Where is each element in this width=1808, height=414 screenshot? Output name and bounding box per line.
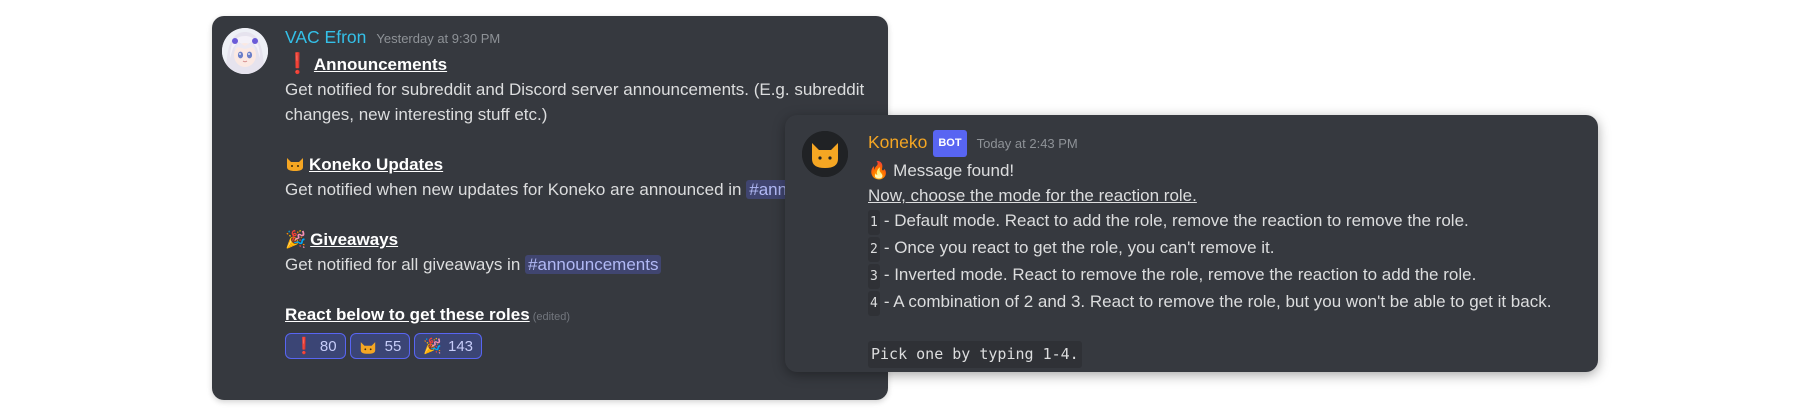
avatar-vac-efron[interactable] xyxy=(222,28,268,74)
option-2: 2- Once you react to get the role, you c… xyxy=(868,235,1588,262)
reaction-cat[interactable]: 55 xyxy=(349,333,411,359)
option-4: 4- A combination of 2 and 3. React to re… xyxy=(868,289,1588,316)
option-1: 1- Default mode. React to add the role, … xyxy=(868,208,1588,235)
fire-icon: 🔥 xyxy=(868,161,890,180)
found-line: 🔥 Message found! xyxy=(868,158,1588,183)
bot-badge: BOT xyxy=(933,130,967,157)
option-number: 2 xyxy=(868,237,880,262)
reaction-count: 80 xyxy=(319,337,337,355)
footer-text: React below to get these roles xyxy=(285,305,530,324)
message-header: VAC Efron Yesterday at 9:30 PM xyxy=(285,25,885,51)
reaction-count: 143 xyxy=(447,337,474,355)
author-name[interactable]: Koneko xyxy=(868,130,927,155)
party-popper-icon: 🎉 xyxy=(423,337,442,355)
channel-mention-announcements[interactable]: #announcements xyxy=(525,255,662,274)
cat-icon xyxy=(359,338,379,354)
message-card-koneko: Koneko BOT Today at 2:43 PM 🔥 Message fou… xyxy=(785,115,1598,372)
option-number: 3 xyxy=(868,264,880,289)
cat-icon xyxy=(285,154,305,171)
reaction-exclamation[interactable]: ❗ 80 xyxy=(285,333,346,359)
exclamation-icon: ❗ xyxy=(294,337,314,355)
exclamation-icon: ❗ xyxy=(285,53,310,75)
code-line: Pick one by typing 1-4. xyxy=(868,341,1588,368)
section-announcements-title: ❗ Announcements xyxy=(285,53,448,75)
reaction-count: 55 xyxy=(384,337,402,355)
message-header: Koneko BOT Today at 2:43 PM xyxy=(868,130,1588,157)
reaction-party-popper[interactable]: 🎉 143 xyxy=(414,333,483,359)
timestamp: Today at 2:43 PM xyxy=(976,136,1078,151)
author-name[interactable]: VAC Efron xyxy=(285,25,366,50)
party-popper-icon: 🎉 xyxy=(285,230,307,249)
option-3: 3- Inverted mode. React to remove the ro… xyxy=(868,262,1588,289)
timestamp: Yesterday at 9:30 PM xyxy=(376,31,501,46)
option-number: 1 xyxy=(868,210,880,235)
avatar-koneko[interactable] xyxy=(802,131,848,177)
option-number: 4 xyxy=(868,291,880,316)
message-body: Koneko BOT Today at 2:43 PM 🔥 Message fou… xyxy=(868,130,1588,368)
edited-label: (edited) xyxy=(532,311,570,323)
prompt-line: Now, choose the mode for the reaction ro… xyxy=(868,186,1197,205)
code-snippet: Pick one by typing 1-4. xyxy=(868,341,1082,368)
